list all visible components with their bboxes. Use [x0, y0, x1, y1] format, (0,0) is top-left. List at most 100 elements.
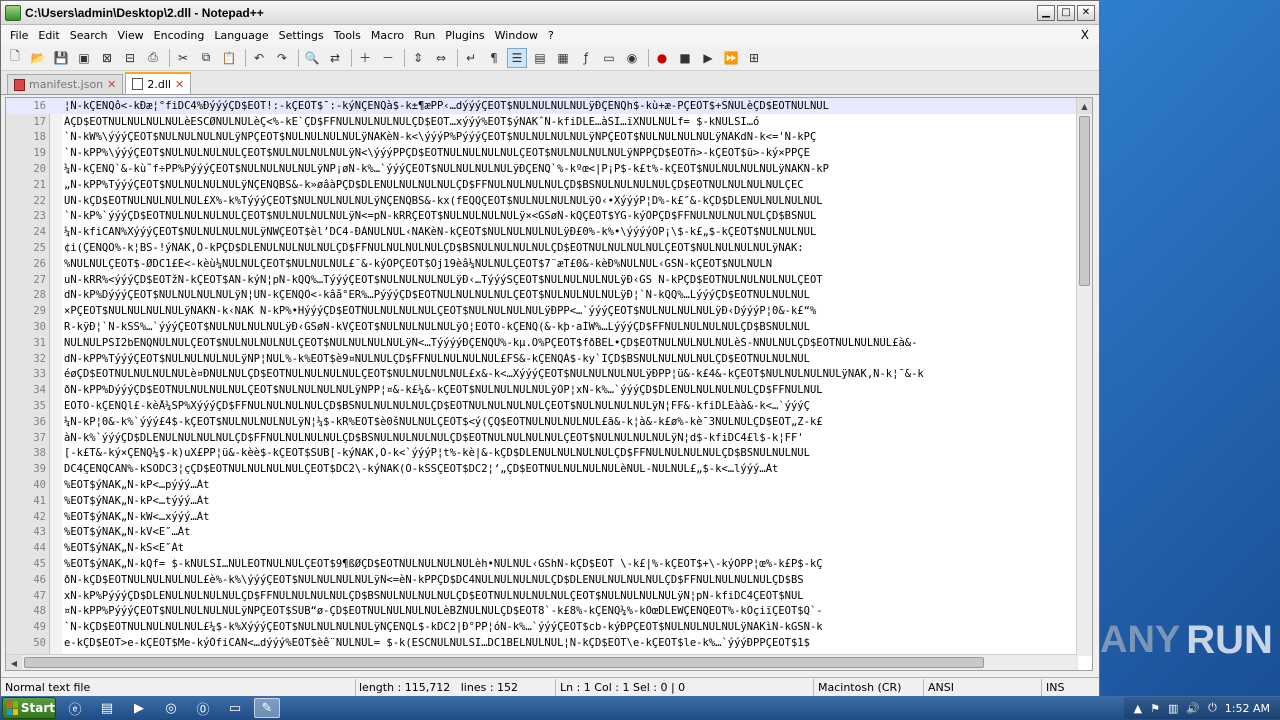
editor-line[interactable]: 48 ¤Ñ-kPP%PýýýÇEOT$NULNULNULNULÿÑPÇEOT$SU… [6, 604, 1080, 620]
editor-line[interactable]: 25 ¢i(ÇENQÔ%-k¦BS-!ýNAK,Ô-kPÇD$DLENULNULN… [6, 240, 1080, 256]
menu-plugins[interactable]: Plugins [440, 27, 489, 44]
close-file-icon[interactable]: ⊠ [97, 48, 117, 68]
folder-workspace-icon[interactable]: ▭ [599, 48, 619, 68]
command-prompt-icon[interactable]: ▭ [222, 698, 248, 718]
editor-line[interactable]: 26 %NULNULÇEOT$-ØDC1£È<-kèù¼NULNULÇEOT$NU… [6, 256, 1080, 272]
editor-line[interactable]: 24 ¼Ñ-kfiCAN%XýýýÇEOT$NULNULNULNULÿÑWÇEOT… [6, 224, 1080, 240]
menu-settings[interactable]: Settings [274, 27, 329, 44]
new-file-icon[interactable]: 🗋 [5, 48, 25, 68]
editor-line[interactable]: 44 %EOT$ýNAK„Ñ-kS<E″Àt [6, 540, 1080, 556]
editor-line[interactable]: 20 ¼Ñ-kÇENQ`&-kù˜f÷PP%PýýýÇEOT$NULNULNULN… [6, 161, 1080, 177]
start-button[interactable]: Start [2, 697, 56, 719]
tab-manifest-json[interactable]: manifest.json ✕ [7, 74, 124, 94]
editor-line[interactable]: 32 dÑ-kPP%TýýýÇEOT$NULNULNULNULÿÑP¦NUL%-k… [6, 351, 1080, 367]
editor-line[interactable]: 22 ÜÑ-kÇD$EOTNULNULNULNUL£X%-k%TýýýÇEOT$N… [6, 193, 1080, 209]
editor-line[interactable]: 39 DC4ÇENQCAN%-kSODC3¦çÇD$EOTNULNULNULNUL… [6, 461, 1080, 477]
text-editor[interactable]: 16 ¦Ñ-kÇENQô<-kÐæ¦°fiDC4%ÐýýýÇD$EOT!:-kÇE… [5, 97, 1093, 671]
editor-line[interactable]: 46 ðÑ-kÇD$EOTNULNULNULNUL£è%-k%\ýýýÇEOT$N… [6, 572, 1080, 588]
editor-line[interactable]: 47 xÑ-kP%PýýýÇD$DLENULNULNULNULÇD$FFNULNU… [6, 588, 1080, 604]
print-icon[interactable]: ⎙ [143, 48, 163, 68]
menu-file[interactable]: File [5, 27, 33, 44]
play-macro-icon[interactable]: ▶ [698, 48, 718, 68]
action-center-icon[interactable]: ⚑ [1150, 702, 1160, 715]
network-icon[interactable]: ▥ [1168, 702, 1178, 715]
find-icon[interactable]: 🔍 [302, 48, 322, 68]
file-explorer-icon[interactable]: ▤ [94, 698, 120, 718]
sync-vertical-icon[interactable]: ⇕ [408, 48, 428, 68]
zoom-in-icon[interactable]: ＋ [355, 48, 375, 68]
editor-line[interactable]: 40 %EOT$ýNAK„Ñ-kP<…pýýý…Àt [6, 477, 1080, 493]
save-icon[interactable]: 💾 [51, 48, 71, 68]
zoom-out-icon[interactable]: － [378, 48, 398, 68]
horizontal-scroll-thumb[interactable] [24, 657, 984, 668]
clock[interactable]: 1:52 AM [1225, 702, 1270, 715]
editor-line[interactable]: 23 `Ñ-kP%`ýýýÇD$EOTNULNULNULNULÇEOT$NULNU… [6, 209, 1080, 225]
show-all-chars-icon[interactable]: ¶ [484, 48, 504, 68]
tab-2-dll[interactable]: 2.dll ✕ [125, 72, 192, 94]
notepad-plus-plus-task-icon[interactable]: ✎ [254, 698, 280, 718]
editor-line[interactable]: 19 `Ñ-kPP%\ýýýÇEOT$NULNULNULNULÇEOT$NULNU… [6, 145, 1080, 161]
copy-icon[interactable]: ⧉ [196, 48, 216, 68]
editor-line[interactable]: 31 NULNULPSI2bENQNULNULÇEOT$NULNULNULNULÇ… [6, 335, 1080, 351]
power-icon[interactable]: ⏻ [1208, 701, 1217, 715]
menu-language[interactable]: Language [209, 27, 273, 44]
opera-icon[interactable]: ⓪ [190, 698, 216, 718]
close-tab-icon[interactable]: ✕ [107, 78, 116, 91]
sync-horizontal-icon[interactable]: ⇔ [431, 48, 451, 68]
editor-line[interactable]: 49 `Ñ-kÇD$EOTNULNULNULNUL£¼$-k%XýýýÇEOT$N… [6, 619, 1080, 635]
editor-line[interactable]: 30 R-kÿÐ¦`Ñ-kSS%…`ýýýÇEOT$NULNULNULNULÿÐ‹… [6, 319, 1080, 335]
editor-line[interactable]: 38 [-k£T&-ký×ÇENQ¼$-k)uX£PP¦ü&-kèè$-kÇEOT… [6, 446, 1080, 462]
minimize-button[interactable]: ▁ [1037, 4, 1055, 21]
undo-icon[interactable]: ↶ [249, 48, 269, 68]
vertical-scroll-thumb[interactable] [1079, 116, 1090, 286]
save-all-icon[interactable]: ▣ [74, 48, 94, 68]
menu-view[interactable]: View [113, 27, 149, 44]
run-macro-multiple-icon[interactable]: ⏩ [721, 48, 741, 68]
vertical-scrollbar[interactable]: ▲ [1076, 98, 1092, 656]
internet-explorer-icon[interactable]: ⓔ [62, 698, 88, 718]
horizontal-scrollbar[interactable]: ◀ [6, 654, 1078, 670]
redo-icon[interactable]: ↷ [272, 48, 292, 68]
menu-run[interactable]: Run [409, 27, 440, 44]
editor-line[interactable]: 35 EOTÒ-kÇENQl£-kèÅ¼SP%XýýýÇD$FFNULNULNUL… [6, 398, 1080, 414]
word-wrap-icon[interactable]: ↵ [461, 48, 481, 68]
scroll-up-icon[interactable]: ▲ [1077, 98, 1092, 114]
editor-line[interactable]: 21 „Ñ-kPP%TýýýÇEOT$NULNULNULNULÿÑÇENQBS&-… [6, 177, 1080, 193]
replace-icon[interactable]: ⇄ [325, 48, 345, 68]
chrome-icon[interactable]: ◎ [158, 698, 184, 718]
user-language-icon[interactable]: ▤ [530, 48, 550, 68]
close-all-icon[interactable]: ⊟ [120, 48, 140, 68]
editor-line[interactable]: 43 %EOT$ýNAK„Ñ-kV<E″…Àt [6, 525, 1080, 541]
editor-line[interactable]: 29 ×PÇEOT$NULNULNULNULÿNAKÑ-k‹NAK Ñ-kP%•H… [6, 303, 1080, 319]
volume-icon[interactable]: 🔊 [1186, 702, 1200, 715]
indent-guide-icon[interactable]: ☰ [507, 47, 527, 68]
editor-line[interactable]: 34 ðÑ-kPP%DýýýÇD$EOTNULNULNULNULÇEOT$NULN… [6, 382, 1080, 398]
close-window-button[interactable]: ✕ [1077, 4, 1095, 21]
close-document-button[interactable]: X [1075, 28, 1095, 42]
function-list-icon[interactable]: ƒ [576, 48, 596, 68]
close-tab-icon[interactable]: ✕ [175, 78, 184, 91]
editor-line[interactable]: 41 %EOT$ýNAK„Ñ-kP<…týýý…Àt [6, 493, 1080, 509]
editor-line[interactable]: 50 e-kÇD$EOT>e-kÇEOT$Me-kýÓfiCAN<…dýýý%EO… [6, 635, 1080, 651]
editor-line[interactable]: 17 ÀÇD$EOTNULNULNULNULèESCØNULNULèÇ<%-kE`… [6, 114, 1080, 130]
editor-line[interactable]: 33 éøÇD$EOTNULNULNULNULè¤ÐNULNULÇD$EOTNUL… [6, 367, 1080, 383]
editor-line[interactable]: 36 ¼Ñ-kP¦0&-k%`ýýý£4$-kÇEOT$NULNULNULNULÿ… [6, 414, 1080, 430]
menu-help[interactable]: ? [543, 27, 559, 44]
editor-line[interactable]: 27 uÑ-kRR%<ýýýÇD$EOTžN-kÇEOT$ÃN-kýÑ¦pÑ-kQ… [6, 272, 1080, 288]
editor-line[interactable]: 18 `Ñ-kW%\ýýýÇEOT$NULNULNULNULÿÑPÇEOT$NUL… [6, 130, 1080, 146]
title-bar[interactable]: C:\Users\admin\Desktop\2.dll - Notepad++… [1, 1, 1099, 25]
media-player-icon[interactable]: ▶ [126, 698, 152, 718]
scroll-left-icon[interactable]: ◀ [6, 655, 22, 670]
maximize-button[interactable]: □ [1057, 4, 1075, 21]
save-macro-icon[interactable]: ⊞ [744, 48, 764, 68]
menu-encoding[interactable]: Encoding [149, 27, 210, 44]
editor-line[interactable]: 28 dÑ-kP%DýýýÇEOT$NULNULNULNULÿÑ¦ÜÑ-kÇENQ… [6, 288, 1080, 304]
open-file-icon[interactable]: 📂 [28, 48, 48, 68]
editor-line[interactable]: 37 àÑ-k%`ýýýÇD$DLENULNULNULNULÇD$FFNULNUL… [6, 430, 1080, 446]
editor-line[interactable]: 42 %EOT$ýNAK„Ñ-kW<…xýýý…Àt [6, 509, 1080, 525]
stop-macro-icon[interactable]: ■ [675, 48, 695, 68]
monitoring-icon[interactable]: ◉ [622, 48, 642, 68]
paste-icon[interactable]: 📋 [219, 48, 239, 68]
doc-map-icon[interactable]: ▦ [553, 48, 573, 68]
cut-icon[interactable]: ✂ [173, 48, 193, 68]
